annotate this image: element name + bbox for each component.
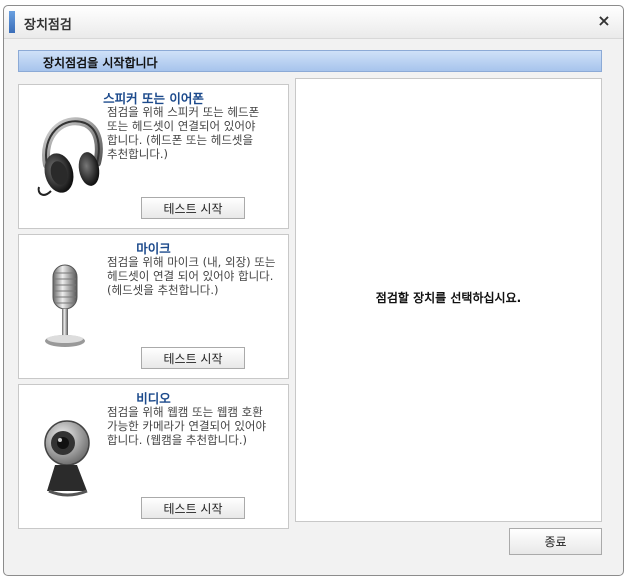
title-accent — [9, 11, 15, 33]
window-title: 장치점검 — [24, 18, 72, 33]
speaker-panel: 스피커 또는 이어폰 점검을 위해 스피커 또는 헤드폰 또는 헤드셋이 연결되… — [18, 84, 289, 229]
header-bar: 장치점검을 시작합니다 — [18, 50, 602, 72]
header-label: 장치점검을 시작합니다 — [43, 56, 158, 70]
microphone-panel: 마이크 점검을 위해 마이크 (내, 외장) 또는 헤드셋이 연결 되어 있어야… — [18, 234, 289, 379]
microphone-description: 점검을 위해 마이크 (내, 외장) 또는 헤드셋이 연결 되어 있어야 합니다… — [107, 255, 276, 297]
speaker-test-button[interactable]: 테스트 시작 — [141, 197, 245, 219]
speaker-description: 점검을 위해 스피커 또는 헤드폰 또는 헤드셋이 연결되어 있어야 합니다. … — [107, 105, 260, 161]
headphones-icon — [33, 107, 103, 207]
video-description: 점검을 위해 웹캠 또는 웹캠 호환 가능한 카메라가 연결되어 있어야 합니다… — [107, 405, 267, 447]
title-bar: 장치점검 × — [4, 6, 623, 39]
result-message: 점검할 장치를 선택하십시요. — [375, 291, 522, 305]
exit-button[interactable]: 종료 — [509, 528, 602, 555]
close-button[interactable]: × — [595, 12, 613, 30]
video-panel: 비디오 점검을 위해 웹캠 또는 웹캠 호환 가능한 카메라가 연결되어 있어야… — [18, 384, 289, 529]
webcam-icon — [33, 407, 103, 507]
video-test-button[interactable]: 테스트 시작 — [141, 497, 245, 519]
microphone-icon — [33, 257, 103, 357]
result-panel: 점검할 장치를 선택하십시요. — [295, 78, 602, 522]
microphone-test-button[interactable]: 테스트 시작 — [141, 347, 245, 369]
